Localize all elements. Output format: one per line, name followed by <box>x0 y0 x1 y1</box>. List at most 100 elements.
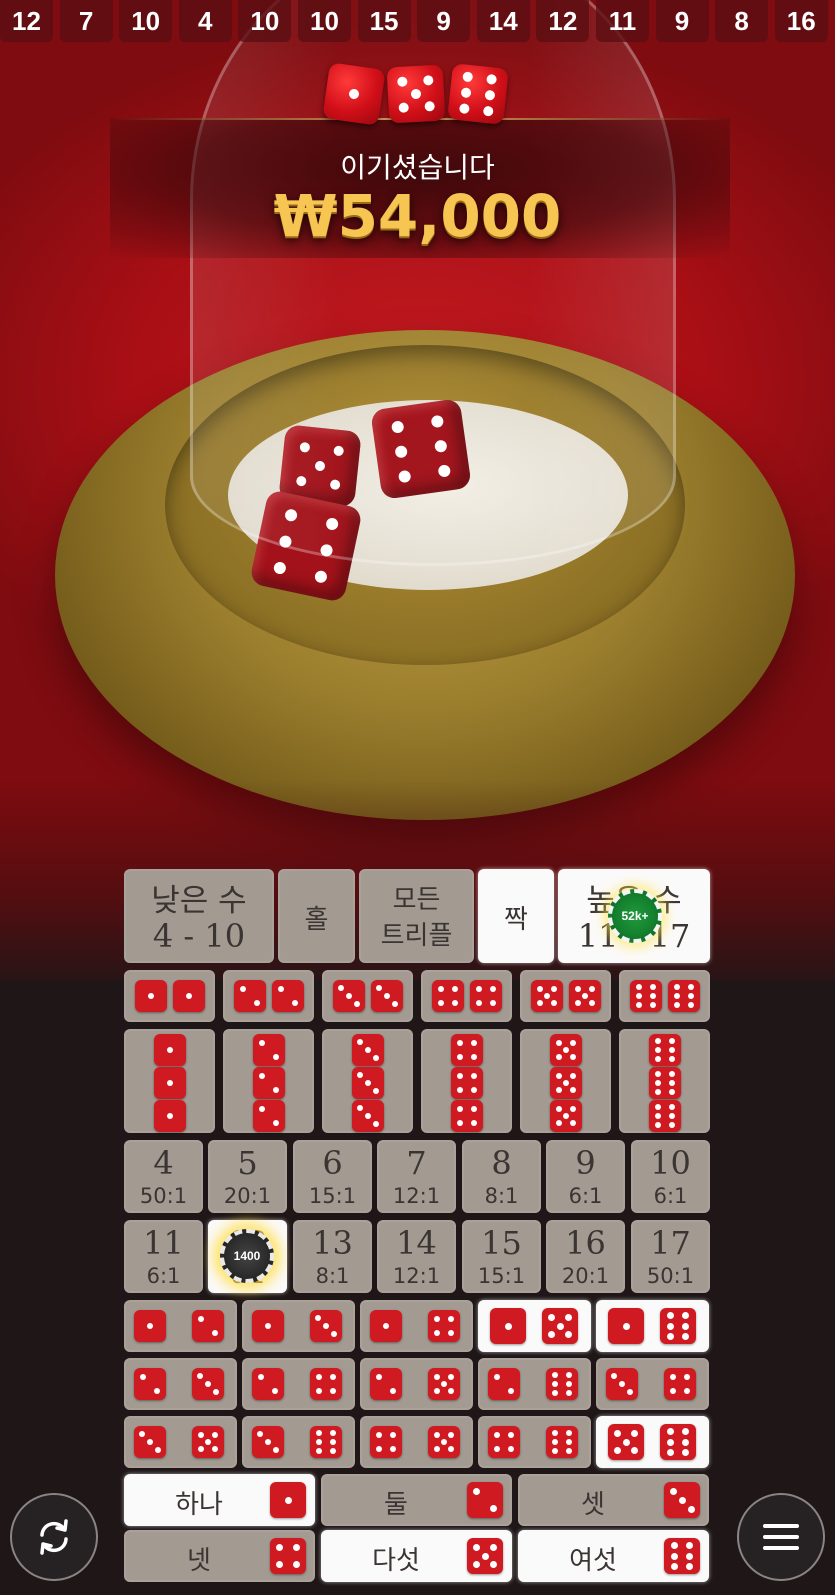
bet-any-triple[interactable]: 모든 트리플 <box>359 869 474 963</box>
bet-single-3[interactable]: 셋 <box>518 1474 709 1526</box>
die-pip <box>682 1332 690 1340</box>
die-pip <box>292 1000 299 1007</box>
die-pip <box>277 985 284 992</box>
bet-combo-3-5[interactable] <box>124 1416 237 1468</box>
repeat-button[interactable] <box>10 1493 98 1581</box>
bet-label: 낮은 수 <box>151 883 247 919</box>
bet-total-15[interactable]: 15 15:1 <box>462 1220 541 1293</box>
result-die-6-icon <box>447 63 509 125</box>
bet-total-11[interactable]: 11 6:1 <box>124 1220 203 1293</box>
bet-combo-3-6[interactable] <box>242 1416 355 1468</box>
die-face-3-icon <box>252 1426 284 1458</box>
bet-combo-2-6[interactable] <box>478 1358 591 1410</box>
die-face-4-icon <box>451 1100 483 1132</box>
bet-single-1[interactable]: 하나 <box>124 1474 315 1526</box>
bet-total-17[interactable]: 17 50:1 <box>631 1220 710 1293</box>
bet-single-4[interactable]: 넷 <box>124 1530 315 1582</box>
bet-double-3[interactable] <box>322 970 413 1022</box>
die-pip <box>197 1315 204 1322</box>
die-pip <box>654 1071 661 1078</box>
bet-small[interactable]: 낮은 수4 - 10 <box>124 869 274 963</box>
bet-total-8[interactable]: 8 8:1 <box>462 1140 541 1213</box>
bet-combo-4-6[interactable] <box>478 1416 591 1468</box>
bet-combo-1-5[interactable] <box>478 1300 591 1352</box>
die-pip <box>670 1542 678 1550</box>
bet-single-2[interactable]: 둘 <box>321 1474 512 1526</box>
bet-combo-2-3[interactable] <box>124 1358 237 1410</box>
die-pip <box>555 1120 562 1127</box>
die-pip <box>490 985 497 992</box>
bet-combo-1-4[interactable] <box>360 1300 473 1352</box>
die-pip <box>373 1121 379 1127</box>
bet-triple-3[interactable] <box>322 1029 413 1133</box>
bet-total-13[interactable]: 13 8:1 <box>293 1220 372 1293</box>
total-number: 10 <box>650 1144 691 1182</box>
die-pip <box>673 993 680 999</box>
total-number: 7 <box>406 1144 427 1182</box>
bet-double-5[interactable] <box>520 970 611 1022</box>
bet-double-4[interactable] <box>421 970 512 1022</box>
die-pip <box>566 1439 573 1445</box>
bet-total-6[interactable]: 6 15:1 <box>293 1140 372 1213</box>
bet-single-6[interactable]: 여섯 <box>518 1530 709 1582</box>
bet-combo-2-5[interactable] <box>360 1358 473 1410</box>
bet-combo-3-4[interactable] <box>596 1358 709 1410</box>
bet-triple-5[interactable] <box>520 1029 611 1133</box>
die-pip <box>673 984 680 991</box>
die-pip <box>272 1388 279 1395</box>
die-pip <box>375 1431 382 1438</box>
total-number: 15 <box>481 1224 522 1262</box>
bet-combo-1-6[interactable] <box>596 1300 709 1352</box>
bet-triple-6[interactable] <box>619 1029 710 1133</box>
die-pip <box>669 1487 677 1495</box>
bet-triple-2[interactable] <box>223 1029 314 1133</box>
die-pip <box>458 102 470 114</box>
bet-total-7[interactable]: 7 12:1 <box>377 1140 456 1213</box>
bet-total-12[interactable]: 126:11400 <box>208 1220 287 1293</box>
die-face-1-icon <box>135 980 167 1012</box>
die-pip <box>566 1447 573 1454</box>
bet-single-5[interactable]: 다섯 <box>321 1530 512 1582</box>
bet-triple-1[interactable] <box>124 1029 215 1133</box>
single-label: 넷 <box>187 1546 211 1576</box>
bet-odd[interactable]: 홀 <box>278 869 355 963</box>
bet-total-5[interactable]: 5 20:1 <box>208 1140 287 1213</box>
die-face-1-icon <box>252 1310 284 1342</box>
bet-total-16[interactable]: 16 20:1 <box>546 1220 625 1293</box>
bet-combo-1-3[interactable] <box>242 1300 355 1352</box>
bet-combo-5-6[interactable] <box>596 1416 709 1468</box>
bet-triple-4[interactable] <box>421 1029 512 1133</box>
die-pip <box>323 1323 329 1329</box>
die-face-4-icon <box>451 1034 483 1066</box>
bet-double-2[interactable] <box>223 970 314 1022</box>
bet-total-9[interactable]: 9 6:1 <box>546 1140 625 1213</box>
die-face-5-icon <box>192 1426 224 1458</box>
bet-combo-1-2[interactable] <box>124 1300 237 1352</box>
die-pip <box>205 1381 211 1387</box>
bet-total-14[interactable]: 14 12:1 <box>377 1220 456 1293</box>
die-pip <box>213 1389 219 1395</box>
bet-even[interactable]: 짝 <box>478 869 554 963</box>
die-pip <box>330 1447 337 1454</box>
die-pip <box>630 1446 638 1454</box>
total-odds: 6:1 <box>653 1184 688 1208</box>
die-pip <box>622 1322 630 1330</box>
die-pip <box>555 1054 562 1061</box>
bet-total-10[interactable]: 10 6:1 <box>631 1140 710 1213</box>
history-total: 15 <box>357 0 411 42</box>
bet-double-6[interactable] <box>619 970 710 1022</box>
bet-combo-2-4[interactable] <box>242 1358 355 1410</box>
menu-button[interactable] <box>737 1493 825 1581</box>
bet-total-4[interactable]: 4 50:1 <box>124 1140 203 1213</box>
die-pip <box>390 1446 397 1453</box>
die-pip <box>688 993 695 999</box>
die-pip <box>678 1496 686 1504</box>
die-pip <box>566 1381 573 1387</box>
bet-double-1[interactable] <box>124 970 215 1022</box>
die-pip <box>258 1072 265 1079</box>
total-number: 16 <box>565 1224 606 1262</box>
bet-combo-4-5[interactable] <box>360 1416 473 1468</box>
bet-big[interactable]: 높은 수11 - 1752k+ <box>558 869 710 963</box>
total-odds: 20:1 <box>561 1264 610 1288</box>
die-face-2-icon <box>253 1100 285 1132</box>
